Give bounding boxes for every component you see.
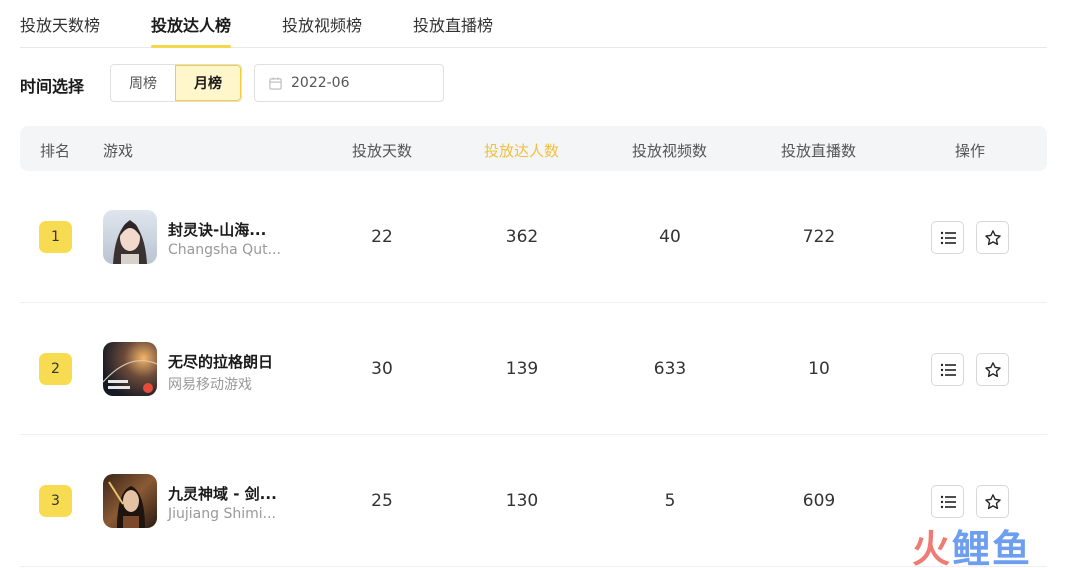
table-row: 1 封灵诀-山海... Changsha Qut... 22 362 40 72…	[20, 171, 1047, 303]
header-videos[interactable]: 投放视频数	[632, 140, 707, 161]
game-developer: Changsha Qut...	[168, 242, 281, 258]
live-value: 10	[808, 359, 830, 379]
videos-value: 40	[659, 227, 681, 247]
live-value: 722	[802, 227, 836, 247]
favorite-button[interactable]	[976, 221, 1009, 254]
ranking-tabs: 投放天数榜 投放达人榜 投放视频榜 投放直播榜	[20, 0, 1047, 48]
header-days[interactable]: 投放天数	[352, 140, 412, 161]
rank-badge: 2	[39, 353, 72, 385]
live-value: 609	[802, 491, 836, 511]
game-developer: Jiujiang Shimi...	[168, 506, 276, 522]
header-game: 游戏	[103, 142, 134, 160]
header-creators[interactable]: 投放达人数	[484, 140, 559, 161]
tab-live[interactable]: 投放直播榜	[413, 12, 493, 36]
game-name[interactable]: 无尽的拉格朗日	[168, 351, 273, 372]
header-rank: 排名	[40, 142, 71, 160]
header-actions: 操作	[955, 142, 986, 160]
list-icon	[940, 495, 956, 508]
star-icon	[984, 361, 1001, 377]
detail-list-button[interactable]	[931, 221, 964, 254]
month-picker[interactable]: 2022-06	[254, 64, 444, 102]
table-header: 排名 游戏 投放天数 投放达人数 投放视频数 投放直播数 操作	[20, 126, 1047, 171]
active-tab-underline	[151, 45, 232, 48]
days-value: 25	[371, 491, 393, 511]
creators-value: 130	[505, 491, 539, 511]
favorite-button[interactable]	[976, 485, 1009, 518]
game-developer: 网易移动游戏	[168, 377, 252, 393]
tab-videos[interactable]: 投放视频榜	[282, 12, 362, 36]
creators-value: 139	[505, 359, 539, 379]
days-value: 30	[371, 359, 393, 379]
game-icon[interactable]	[103, 342, 157, 396]
header-live[interactable]: 投放直播数	[781, 140, 856, 161]
game-name[interactable]: 九灵神域 - 剑...	[168, 483, 277, 504]
watermark-logo: 火鲤鱼	[912, 527, 1033, 568]
detail-list-button[interactable]	[931, 353, 964, 386]
star-icon	[984, 493, 1001, 509]
tab-days[interactable]: 投放天数榜	[20, 12, 100, 36]
table-row: 3 九灵神域 - 剑... Jiujiang Shimi... 25 130 5…	[20, 435, 1047, 567]
rank-badge: 3	[39, 485, 72, 517]
days-value: 22	[371, 227, 393, 247]
favorite-button[interactable]	[976, 353, 1009, 386]
videos-value: 5	[664, 491, 676, 511]
videos-value: 633	[653, 359, 687, 379]
detail-list-button[interactable]	[931, 485, 964, 518]
rank-badge: 1	[39, 221, 72, 253]
monthly-button[interactable]: 月榜	[175, 65, 241, 101]
weekly-button[interactable]: 周榜	[111, 65, 175, 101]
game-icon[interactable]	[103, 210, 157, 264]
star-icon	[984, 229, 1001, 245]
table-row: 2 无尽的拉格朗日 网易移动游戏 30 139 633 10	[20, 303, 1047, 435]
tab-creators[interactable]: 投放达人榜	[151, 12, 232, 48]
calendar-icon	[269, 76, 282, 90]
time-filter-label: 时间选择	[20, 77, 85, 96]
creators-value: 362	[505, 227, 539, 247]
period-segmented-control: 周榜 月榜	[110, 64, 242, 102]
list-icon	[940, 363, 956, 376]
month-picker-value: 2022-06	[291, 75, 350, 91]
game-name[interactable]: 封灵诀-山海...	[168, 219, 266, 240]
list-icon	[940, 231, 956, 244]
game-icon[interactable]	[103, 474, 157, 528]
